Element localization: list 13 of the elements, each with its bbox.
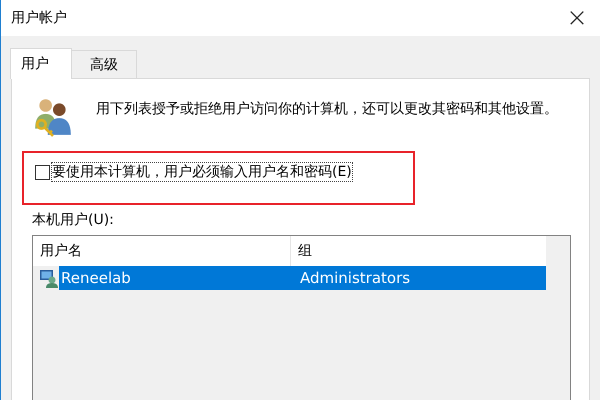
- close-button[interactable]: ×: [554, 0, 600, 36]
- tab[interactable]: 高级: [71, 50, 137, 78]
- table-cell-text: Reneelab: [60, 269, 132, 287]
- checkbox-label[interactable]: 要使用本计算机，用户必须输入用户名和密码(E): [52, 163, 352, 181]
- user-computer-icon: [39, 268, 59, 288]
- tab[interactable]: 用户: [10, 48, 72, 79]
- table-row[interactable]: Reneelab Administrators: [59, 266, 546, 290]
- window-title: 用户帐户: [11, 9, 67, 27]
- column-header[interactable]: 用户名: [33, 236, 290, 266]
- section-label: 本机用户(U):: [32, 211, 115, 229]
- description-text: 用下列表授予或拒绝用户访问你的计算机，还可以更改其密码和其他设置。: [96, 100, 559, 119]
- table-cell-text: Administrators: [299, 269, 410, 287]
- checkbox[interactable]: [35, 164, 50, 180]
